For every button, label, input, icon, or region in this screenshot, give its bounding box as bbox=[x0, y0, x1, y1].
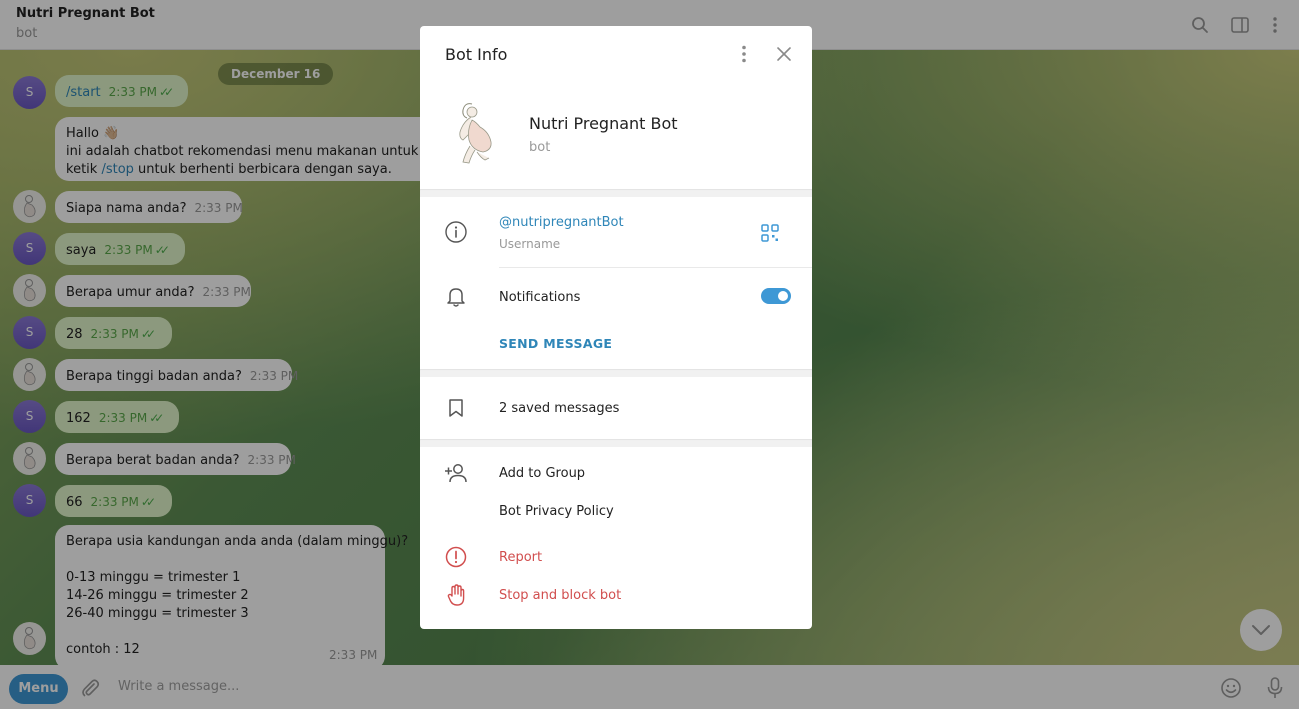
qr-code-icon[interactable] bbox=[758, 221, 782, 245]
add-to-group-item[interactable]: Add to Group bbox=[499, 466, 585, 481]
close-icon[interactable] bbox=[772, 42, 796, 66]
row-divider bbox=[499, 267, 812, 268]
username-link[interactable]: @nutripregnantBot bbox=[499, 215, 624, 230]
section-divider bbox=[420, 189, 812, 197]
stop-hand-icon bbox=[444, 583, 468, 607]
username-label: Username bbox=[499, 237, 561, 251]
notifications-label: Notifications bbox=[499, 290, 581, 305]
bell-icon bbox=[444, 285, 468, 309]
send-message-button[interactable]: SEND MESSAGE bbox=[499, 336, 612, 351]
report-item[interactable]: Report bbox=[499, 550, 542, 565]
bot-privacy-policy-item[interactable]: Bot Privacy Policy bbox=[499, 504, 614, 519]
section-divider bbox=[420, 439, 812, 447]
bot-status: bot bbox=[529, 140, 551, 155]
bot-profile-avatar[interactable] bbox=[445, 100, 505, 170]
bot-name: Nutri Pregnant Bot bbox=[529, 114, 678, 133]
bookmark-icon bbox=[444, 396, 468, 420]
info-icon bbox=[444, 220, 468, 244]
report-icon bbox=[444, 545, 468, 569]
notifications-toggle[interactable] bbox=[761, 288, 791, 304]
stop-and-block-item[interactable]: Stop and block bot bbox=[499, 588, 621, 603]
section-divider bbox=[420, 369, 812, 377]
dialog-title: Bot Info bbox=[445, 45, 508, 64]
more-vertical-icon[interactable] bbox=[732, 42, 756, 66]
bot-info-dialog: Bot Info Nutri Pregnant Bot bot @nutripr… bbox=[420, 26, 812, 629]
saved-messages-item[interactable]: 2 saved messages bbox=[499, 401, 619, 416]
add-user-icon bbox=[444, 461, 468, 485]
